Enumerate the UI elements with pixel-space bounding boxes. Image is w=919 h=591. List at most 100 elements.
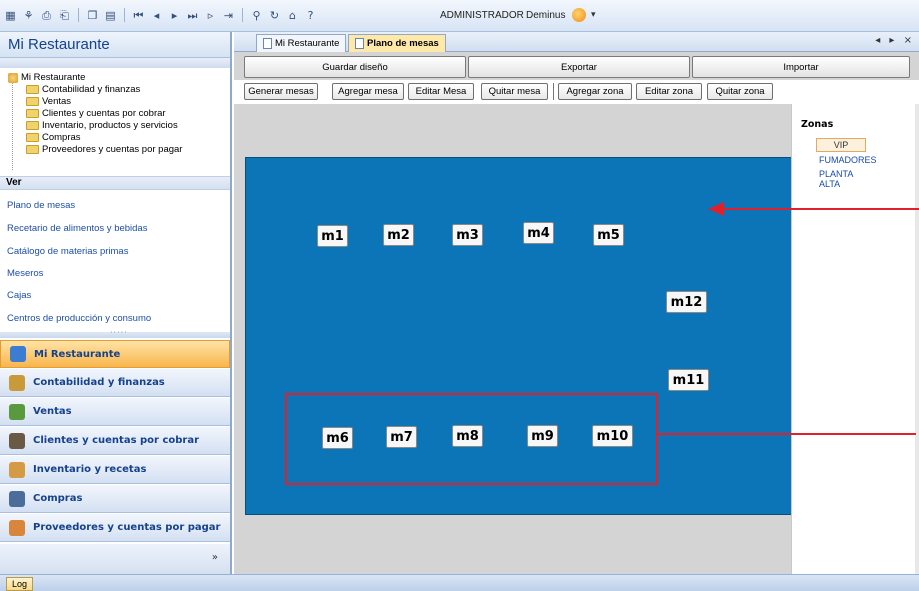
ver-section-header: Ver [0, 176, 230, 190]
pane-strip [0, 58, 230, 68]
theme-icon[interactable] [572, 8, 586, 22]
nav-button-clientes[interactable]: Clientes y cuentas por cobrar [0, 427, 230, 455]
link-catalogo[interactable]: Catálogo de materias primas [7, 246, 128, 257]
add-table-button[interactable]: Agregar mesa [332, 83, 404, 100]
zone-item-planta-alta[interactable]: PLANTA ALTA [819, 169, 869, 189]
last-icon[interactable]: ⏭ [186, 9, 199, 22]
help-icon[interactable]: ? [304, 9, 317, 22]
home-icon [10, 346, 26, 362]
log-tab[interactable]: Log [6, 577, 34, 591]
link-recetario[interactable]: Recetario de alimentos y bebidas [7, 223, 147, 234]
table-m3[interactable]: m3 [452, 224, 483, 246]
inventory-icon [9, 461, 25, 478]
tree-root[interactable]: Mi Restaurante [8, 72, 85, 83]
remove-zone-button[interactable]: Quitar zona [707, 83, 773, 100]
toolbar-separator [78, 8, 79, 22]
next-icon[interactable]: ▸ [168, 9, 181, 22]
tab-controls[interactable]: ◂ ▸ × [875, 35, 915, 46]
tab-plano-de-mesas[interactable]: Plano de mesas [348, 34, 446, 52]
pane-splitter[interactable]: ····· [0, 328, 230, 338]
folder-icon [26, 133, 39, 142]
nav-button-label: Proveedores y cuentas por pagar [33, 522, 221, 533]
table-m12[interactable]: m12 [666, 291, 707, 313]
nav-button-label: Contabilidad y finanzas [33, 377, 165, 388]
floor-plan-editor: Guardar diseño Exportar Importar Generar… [234, 52, 919, 574]
tree-item[interactable]: Compras [26, 132, 81, 143]
end-icon[interactable]: ⇥ [222, 9, 235, 22]
table-m11[interactable]: m11 [668, 369, 709, 391]
pane-title-bar: Mi Restaurante [0, 32, 230, 58]
nav-button-inventario[interactable]: Inventario y recetas [0, 456, 230, 484]
edit-table-button[interactable]: Editar Mesa [408, 83, 474, 100]
folder-icon [26, 109, 39, 118]
nav-button-compras[interactable]: Compras [0, 485, 230, 513]
import-button[interactable]: Importar [692, 56, 910, 78]
purchases-icon [9, 490, 25, 507]
folder-icon [26, 145, 39, 154]
generate-tables-button[interactable]: Generar mesas [244, 83, 318, 100]
link-cajas[interactable]: Cajas [7, 290, 31, 301]
table-m1[interactable]: m1 [317, 225, 348, 247]
restaurant-icon [8, 72, 18, 83]
tree-item-label: Compras [42, 132, 81, 143]
nav-footer: » [0, 544, 230, 574]
link-centros[interactable]: Centros de producción y consumo [7, 313, 151, 324]
nav-button-mi-restaurante[interactable]: Mi Restaurante [0, 340, 230, 368]
ver-header-label: Ver [6, 177, 22, 188]
export-button[interactable]: Exportar [468, 56, 690, 78]
refresh-icon[interactable]: ↻ [268, 9, 281, 22]
zones-title: Zonas [801, 119, 834, 130]
annotation-arrow [708, 202, 919, 216]
add-zone-button[interactable]: Agregar zona [558, 83, 632, 100]
tree-icon[interactable]: ⚘ [22, 9, 35, 22]
sales-icon [9, 403, 25, 420]
nav-button-contabilidad[interactable]: Contabilidad y finanzas [0, 369, 230, 397]
action-separator [553, 83, 554, 100]
navigation-pane: Mi Restaurante Mi Restaurante Contabilid… [0, 32, 232, 574]
table-m5[interactable]: m5 [593, 224, 624, 246]
save-design-button[interactable]: Guardar diseño [244, 56, 466, 78]
home-icon[interactable]: ⌂ [286, 9, 299, 22]
nav-button-label: Compras [33, 493, 83, 504]
remove-table-button[interactable]: Quitar mesa [481, 83, 548, 100]
link-meseros[interactable]: Meseros [7, 268, 43, 279]
clients-icon [9, 432, 25, 449]
tree-item[interactable]: Ventas [26, 96, 71, 107]
configure-buttons-chevron[interactable]: » [212, 552, 218, 563]
tree-item[interactable]: Inventario, productos y servicios [26, 120, 178, 131]
print-icon[interactable]: ⎗ [58, 9, 71, 22]
zone-item-fumadores[interactable]: FUMADORES [819, 155, 877, 165]
tree-item[interactable]: Proveedores y cuentas por pagar [26, 144, 182, 155]
balance-icon [9, 374, 25, 391]
tree-item[interactable]: Contabilidad y finanzas [26, 84, 140, 95]
search-icon[interactable]: ⚲ [250, 9, 263, 22]
table-m2[interactable]: m2 [383, 224, 414, 246]
nav-button-proveedores[interactable]: Proveedores y cuentas por pagar [0, 514, 230, 542]
tree-item-label: Clientes y cuentas por cobrar [42, 108, 166, 119]
nav-button-ventas[interactable]: Ventas [0, 398, 230, 426]
user-label: ADMINISTRADOR [440, 10, 524, 21]
tree-item[interactable]: Clientes y cuentas por cobrar [26, 108, 166, 119]
tab-mi-restaurante[interactable]: Mi Restaurante [256, 34, 347, 52]
chevron-down-icon[interactable]: ▾ [591, 10, 596, 20]
new-icon[interactable]: ▹ [204, 9, 217, 22]
pane-title: Mi Restaurante [8, 36, 110, 53]
nav-button-label: Clientes y cuentas por cobrar [33, 435, 200, 446]
first-icon[interactable]: ⏮ [132, 9, 145, 22]
zone-item-vip[interactable]: VIP [816, 138, 866, 152]
folder-icon [26, 97, 39, 106]
nav-button-label: Ventas [33, 406, 72, 417]
copy-icon[interactable]: ❐ [86, 9, 99, 22]
print-preview-icon[interactable]: ⎙ [40, 9, 53, 22]
company-label: Deminus [526, 10, 566, 21]
tab-label: Mi Restaurante [275, 38, 340, 49]
link-plano-de-mesas[interactable]: Plano de mesas [7, 200, 75, 211]
paste-icon[interactable]: ▤ [104, 9, 117, 22]
vertical-scrollbar[interactable] [915, 104, 919, 574]
edit-zone-button[interactable]: Editar zona [636, 83, 702, 100]
table-m4[interactable]: m4 [523, 222, 554, 244]
prev-icon[interactable]: ◂ [150, 9, 163, 22]
nav-button-label: Inventario y recetas [33, 464, 147, 475]
toolbar-separator [242, 8, 243, 22]
grid-icon[interactable]: ▦ [4, 9, 17, 22]
